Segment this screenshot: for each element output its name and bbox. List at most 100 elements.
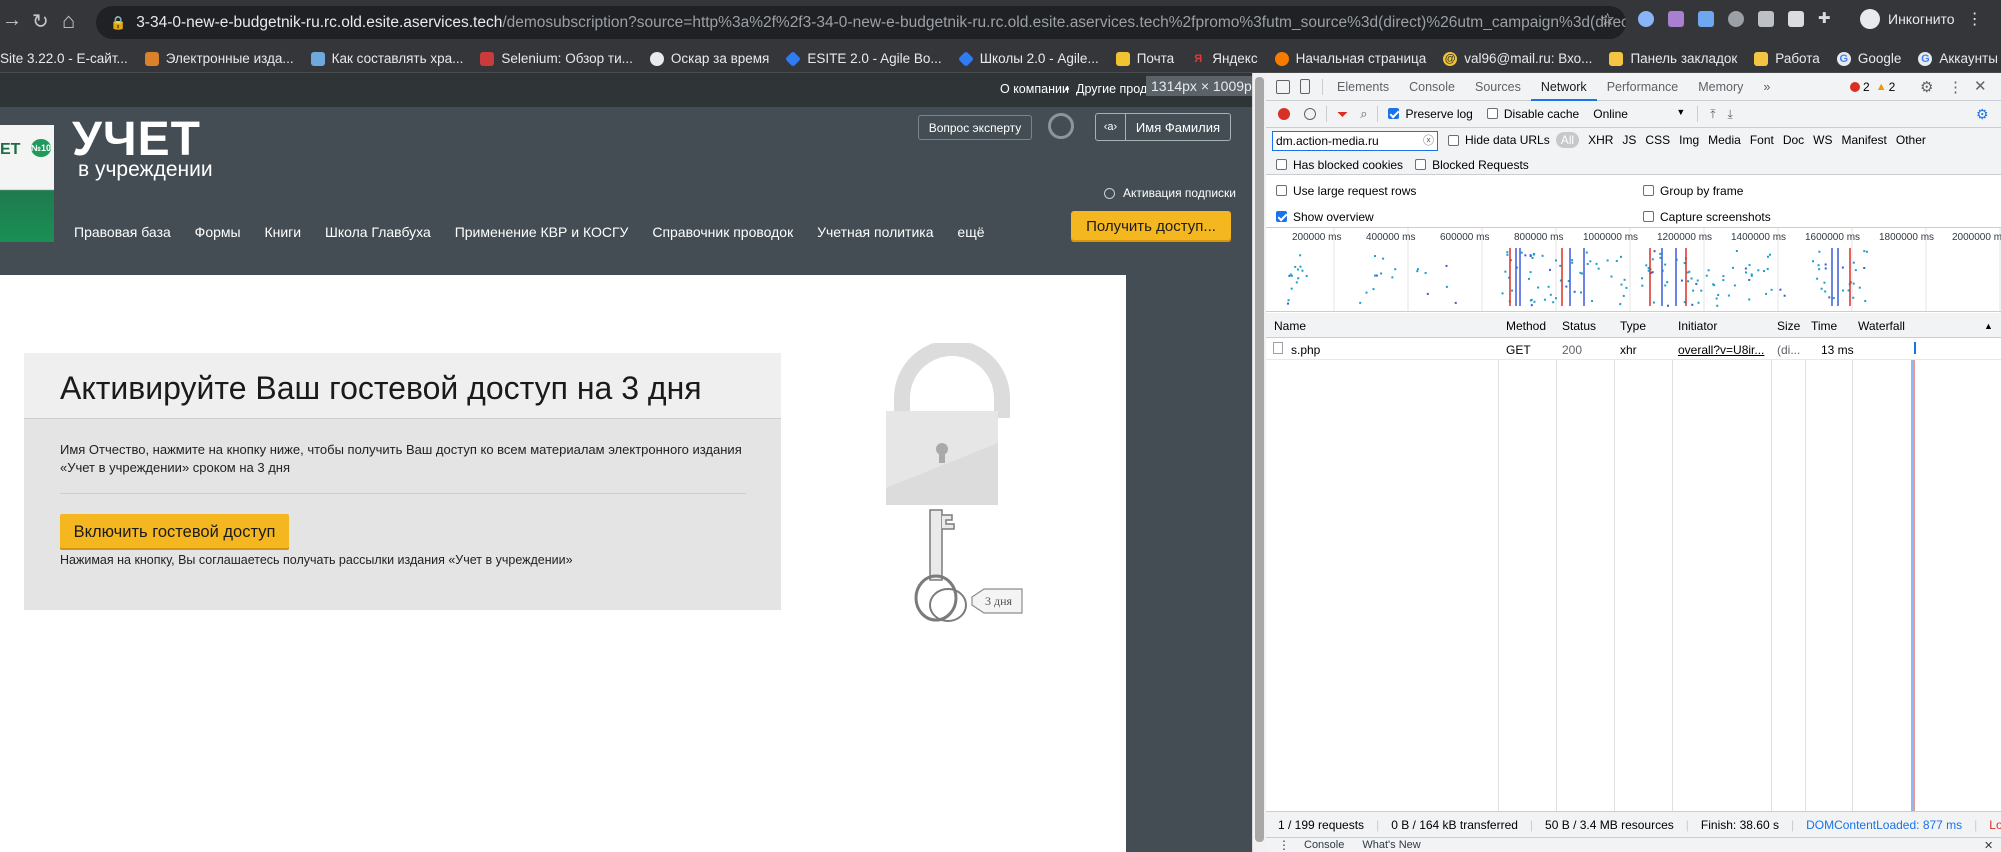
menu-dots-icon[interactable]: ⋮	[1967, 9, 1983, 29]
get-access-button[interactable]: Получить доступ...	[1071, 211, 1231, 242]
inspect-icon[interactable]	[1276, 79, 1290, 94]
bookmark-item[interactable]: Панель закладок	[1609, 51, 1737, 66]
filter-ws[interactable]: WS	[1813, 133, 1832, 147]
settings-gear-icon[interactable]: ⚙	[1920, 78, 1933, 96]
filter-manifest[interactable]: Manifest	[1842, 133, 1887, 147]
tab-elements[interactable]: Elements	[1327, 73, 1399, 101]
extension-icon[interactable]	[1668, 11, 1684, 27]
column-size[interactable]: Size	[1777, 319, 1800, 333]
checkbox-checked[interactable]	[1276, 211, 1287, 222]
blocked-requests-checkbox[interactable]: Blocked Requests	[1415, 158, 1529, 172]
sort-up-icon[interactable]: ▲	[1984, 321, 1993, 331]
export-har-icon[interactable]: ⤓	[1728, 107, 1733, 122]
bookmark-item[interactable]: Начальная страница	[1274, 51, 1426, 66]
tab-console[interactable]: Console	[1399, 73, 1465, 101]
nav-item[interactable]: Применение КВР и КОСГУ	[455, 224, 629, 240]
has-blocked-cookies-checkbox[interactable]: Has blocked cookies	[1276, 158, 1403, 172]
activation-link[interactable]: Активация подписки	[1104, 186, 1236, 200]
bookmark-item[interactable]: Selenium: Обзор ти...	[480, 51, 633, 66]
bookmark-item[interactable]: Электронные изда...	[144, 51, 294, 66]
nav-item[interactable]: Правовая база	[74, 224, 171, 240]
nav-item[interactable]: Справочник проводок	[652, 224, 793, 240]
column-time[interactable]: Time	[1811, 319, 1837, 333]
extension-icon[interactable]	[1788, 11, 1804, 27]
close-devtools-icon[interactable]: ✕	[1974, 77, 1987, 95]
tab-network[interactable]: Network	[1530, 73, 1597, 101]
column-name[interactable]: Name	[1274, 319, 1306, 333]
column-method[interactable]: Method	[1506, 319, 1546, 333]
search-icon[interactable]: ⌕	[1360, 106, 1367, 122]
drawer-tab-console[interactable]: Console	[1304, 839, 1344, 851]
reload-icon[interactable]: ↻	[32, 9, 49, 34]
enable-guest-access-button[interactable]: Включить гостевой доступ	[60, 514, 289, 550]
forward-icon[interactable]: →	[2, 9, 22, 32]
bookmark-item[interactable]: Как составлять хра...	[310, 51, 463, 66]
filter-xhr[interactable]: XHR	[1588, 133, 1613, 147]
nav-item[interactable]: Формы	[195, 224, 241, 240]
filter-js[interactable]: JS	[1622, 133, 1636, 147]
filter-all[interactable]: All	[1555, 132, 1580, 148]
large-rows-checkbox[interactable]: Use large request rows	[1276, 184, 1416, 198]
request-name[interactable]: s.php	[1291, 343, 1320, 357]
filter-css[interactable]: CSS	[1645, 133, 1670, 147]
address-bar[interactable]: 🔒 3-34-0-new-e-budgetnik-ru.rc.old.esite…	[96, 6, 1626, 39]
issue-counters[interactable]: 2 ▲ 2	[1850, 80, 1895, 94]
capture-screenshots-checkbox[interactable]: Capture screenshots	[1643, 210, 1771, 224]
extension-icon[interactable]	[1728, 11, 1744, 27]
tab-performance[interactable]: Performance	[1597, 73, 1689, 101]
page-scrollbar[interactable]	[1252, 73, 1266, 852]
clear-filter-icon[interactable]: ⓧ	[1423, 132, 1434, 148]
bookmark-item[interactable]: G Google	[1836, 51, 1901, 66]
kebab-menu-icon[interactable]: ⋮	[1948, 78, 1963, 96]
nav-item[interactable]: Школа Главбуха	[325, 224, 431, 240]
tab-sources[interactable]: Sources	[1465, 73, 1531, 101]
checkbox[interactable]	[1415, 158, 1427, 170]
home-icon[interactable]: ⌂	[62, 8, 75, 34]
scroll-thumb[interactable]	[1255, 77, 1264, 842]
column-initiator[interactable]: Initiator	[1678, 319, 1717, 333]
request-initiator[interactable]: overall?v=U8ir...	[1678, 343, 1764, 357]
bookmark-item[interactable]: Работа	[1754, 51, 1820, 66]
column-type[interactable]: Type	[1620, 319, 1646, 333]
bookmark-item[interactable]: @ val96@mail.ru: Вхо...	[1443, 51, 1592, 66]
close-drawer-icon[interactable]: ✕	[1984, 839, 1993, 852]
tab-memory[interactable]: Memory	[1688, 73, 1753, 101]
filter-icon[interactable]: ⏷	[1337, 106, 1348, 123]
bookmark-item[interactable]: Школы 2.0 - Agile...	[957, 50, 1099, 67]
drawer-menu-icon[interactable]: ⋮	[1278, 838, 1290, 852]
bookmark-star-icon[interactable]: ☆	[1600, 10, 1615, 30]
table-row[interactable]: s.php GET 200 xhr overall?v=U8ir... (di.…	[1266, 338, 2001, 360]
filter-media[interactable]: Media	[1708, 133, 1741, 147]
nav-item[interactable]: Учетная политика	[817, 224, 933, 240]
filter-doc[interactable]: Doc	[1783, 133, 1804, 147]
filter-font[interactable]: Font	[1750, 133, 1774, 147]
more-tabs[interactable]: »	[1753, 73, 1780, 101]
preserve-log-checkbox[interactable]: Preserve log	[1388, 107, 1473, 121]
lifebuoy-icon[interactable]	[1048, 113, 1074, 139]
checkbox[interactable]	[1276, 185, 1287, 196]
nav-item[interactable]: Книги	[264, 224, 301, 240]
bookmark-item[interactable]: Оскар за время	[649, 51, 769, 66]
clear-icon[interactable]	[1304, 108, 1316, 120]
filter-other[interactable]: Other	[1896, 133, 1926, 147]
extension-icon[interactable]	[1638, 11, 1654, 27]
bookmark-item[interactable]: G Аккаунты Google	[1918, 51, 2001, 66]
device-toolbar-icon[interactable]	[1300, 79, 1310, 94]
disable-cache-checkbox[interactable]: Disable cache	[1486, 107, 1579, 121]
checkbox[interactable]	[1276, 158, 1287, 170]
bookmark-item[interactable]: Site 3.22.0 - E-сайт...	[0, 51, 128, 66]
drawer-tab-whats-new[interactable]: What's New	[1362, 839, 1420, 851]
about-link[interactable]: О компании	[1000, 82, 1069, 96]
import-har-icon[interactable]: ⤒	[1710, 107, 1715, 122]
filter-img[interactable]: Img	[1679, 133, 1699, 147]
user-account-button[interactable]: ‹a› Имя Фамилия	[1095, 113, 1231, 141]
bookmark-item[interactable]: ESITE 2.0 - Agile Bo...	[785, 50, 942, 67]
filter-input[interactable]: dm.action-media.ru	[1272, 131, 1438, 151]
column-status[interactable]: Status	[1562, 319, 1596, 333]
network-settings-icon[interactable]: ⚙	[1976, 106, 1989, 123]
profile-button[interactable]: Инкогнито ⋮	[1860, 9, 1983, 29]
magazine-cover[interactable]: ET №10	[0, 125, 54, 242]
checkbox-checked[interactable]	[1388, 108, 1400, 119]
extension-icon[interactable]	[1758, 11, 1774, 27]
checkbox[interactable]	[1486, 108, 1498, 119]
